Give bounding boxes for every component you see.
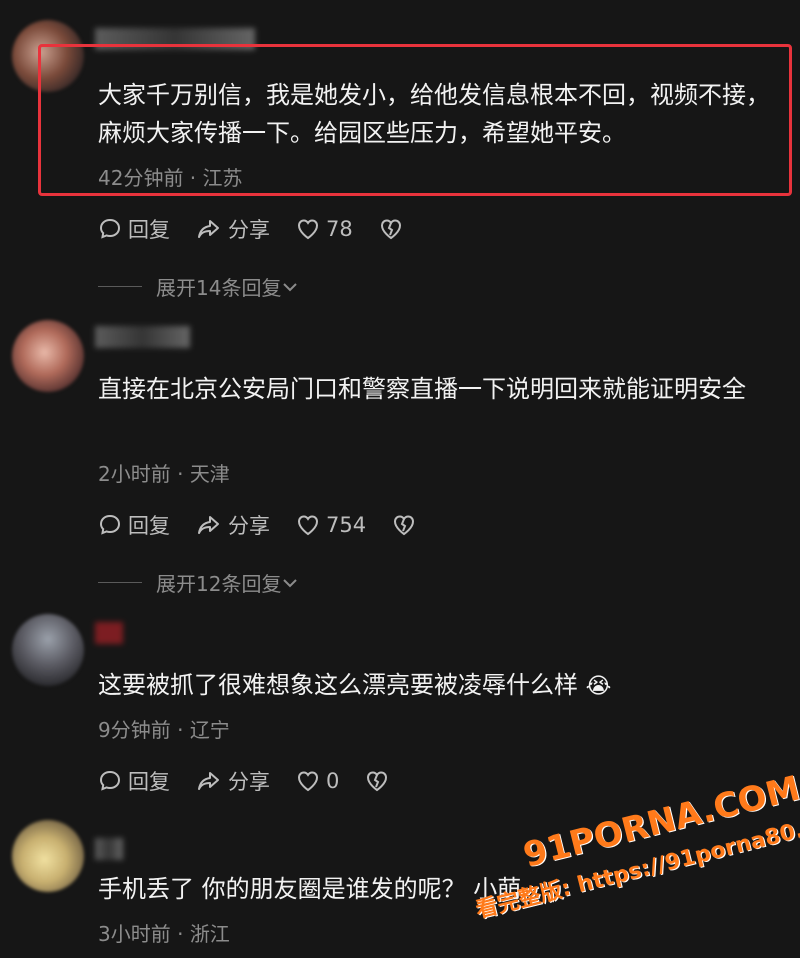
share-arrow-icon: [198, 220, 219, 238]
avatar[interactable]: [12, 614, 84, 686]
comment-location: 辽宁: [189, 718, 230, 742]
username-blurred[interactable]: [95, 622, 123, 644]
like-button[interactable]: 754: [296, 513, 366, 537]
divider: [98, 582, 142, 583]
crying-face-icon: 😭: [585, 674, 612, 699]
like-count: 78: [326, 217, 353, 241]
comment-time: 2小时前: [98, 462, 171, 486]
comment-meta: 9分钟前 · 辽宁: [98, 718, 230, 742]
comment-location: 天津: [189, 462, 230, 486]
broken-heart-icon: [394, 515, 415, 536]
avatar[interactable]: [12, 820, 84, 892]
avatar[interactable]: [12, 320, 84, 392]
comment-location: 浙江: [189, 922, 230, 946]
share-button[interactable]: 分享: [196, 766, 270, 796]
chevron-down-icon: [283, 282, 298, 291]
comment-actions: 回复 分享 78: [98, 214, 435, 244]
chat-bubble-icon: [99, 770, 121, 791]
like-button[interactable]: 78: [296, 217, 353, 241]
comment-actions: 回复 分享 754: [98, 510, 448, 540]
heart-icon: [297, 771, 319, 792]
comment-time: 9分钟前: [98, 718, 171, 742]
comment-text: 手机丢了 你的朋友圈是谁发的呢？ 小萌: [98, 875, 522, 903]
chevron-down-icon: [283, 578, 298, 587]
comment-text: 这要被抓了很难想象这么漂亮要被凌辱什么样 😭: [98, 671, 612, 699]
share-button[interactable]: 分享: [196, 214, 270, 244]
comment-time: 3小时前: [98, 922, 171, 946]
highlight-box: [38, 44, 792, 196]
reply-button[interactable]: 回复: [98, 766, 170, 796]
broken-heart-icon: [367, 771, 388, 792]
like-count: 0: [326, 769, 340, 793]
broken-heart-icon: [380, 219, 401, 240]
like-button[interactable]: 0: [296, 769, 339, 793]
expand-replies[interactable]: 展开14条回复: [98, 272, 299, 301]
share-arrow-icon: [198, 516, 219, 534]
share-button[interactable]: 分享: [196, 510, 270, 540]
divider: [98, 286, 142, 287]
username-blurred[interactable]: [95, 326, 190, 348]
dislike-button[interactable]: [379, 218, 409, 240]
chat-bubble-icon: [99, 218, 121, 239]
comment-meta: 2小时前 · 天津: [98, 462, 230, 486]
expand-replies[interactable]: 展开12条回复: [98, 568, 299, 597]
reply-button[interactable]: 回复: [98, 214, 170, 244]
comment-text: 直接在北京公安局门口和警察直播一下说明回来就能证明安全: [98, 375, 746, 403]
dislike-button[interactable]: [392, 514, 422, 536]
dislike-button[interactable]: [365, 770, 395, 792]
username-blurred[interactable]: [95, 838, 123, 860]
share-arrow-icon: [198, 772, 219, 790]
heart-icon: [297, 515, 319, 536]
chat-bubble-icon: [99, 514, 121, 535]
heart-icon: [297, 219, 319, 240]
like-count: 754: [326, 513, 367, 537]
reply-button[interactable]: 回复: [98, 510, 170, 540]
comment-actions: 回复 分享 0: [98, 766, 421, 796]
comment-meta: 3小时前 · 浙江: [98, 922, 230, 946]
